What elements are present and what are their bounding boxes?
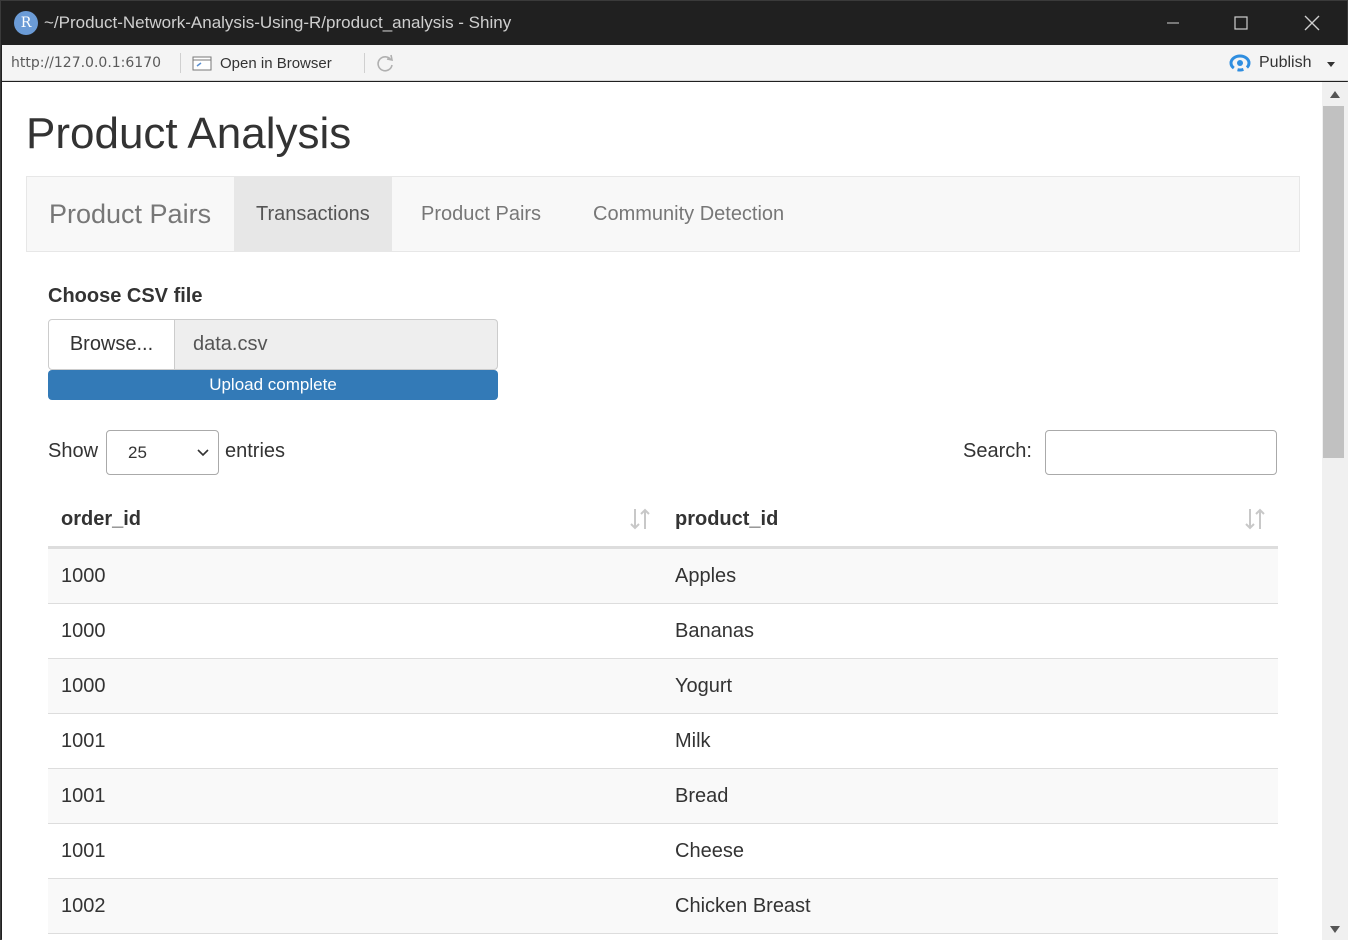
product-id-cell: Bread bbox=[675, 785, 729, 807]
scroll-down-arrow-icon[interactable] bbox=[1330, 926, 1340, 933]
scroll-up-arrow-icon[interactable] bbox=[1330, 91, 1340, 98]
order-id-cell: 1001 bbox=[61, 785, 106, 807]
column-header-order-id[interactable]: order_id bbox=[61, 492, 141, 547]
table-row: 1000 Yogurt bbox=[48, 659, 1278, 714]
tab-community-detection[interactable]: Community Detection bbox=[571, 177, 806, 251]
column-header-product-id[interactable]: product_id bbox=[675, 492, 778, 547]
sort-icon[interactable] bbox=[628, 506, 652, 532]
open-in-browser-button[interactable]: Open in Browser bbox=[190, 51, 332, 75]
minimize-button[interactable] bbox=[1150, 1, 1196, 45]
sort-icon[interactable] bbox=[1243, 506, 1267, 532]
app-content: Product Analysis Product Pairs Transacti… bbox=[2, 82, 1322, 940]
close-icon bbox=[1304, 15, 1320, 31]
publish-button[interactable]: Publish bbox=[1227, 52, 1311, 74]
browse-button[interactable]: Browse... bbox=[48, 319, 175, 370]
open-browser-icon bbox=[192, 56, 212, 71]
product-id-cell: Chicken Breast bbox=[675, 895, 811, 917]
file-input-group: Browse... data.csv bbox=[48, 319, 498, 370]
refresh-icon bbox=[377, 54, 394, 72]
order-id-cell: 1000 bbox=[61, 565, 106, 587]
url-text[interactable]: http://127.0.0.1:6170 bbox=[11, 55, 161, 71]
toolbar-divider bbox=[364, 53, 365, 73]
entries-select[interactable]: 25 bbox=[106, 430, 219, 475]
navbar: Product Pairs Transactions Product Pairs… bbox=[26, 176, 1300, 252]
publish-label: Publish bbox=[1259, 54, 1312, 71]
upload-progress-bar: Upload complete bbox=[48, 370, 498, 400]
table-row: 1000 Bananas bbox=[48, 604, 1278, 659]
app-window: R ~/Product-Network-Analysis-Using-R/pro… bbox=[0, 0, 1348, 940]
close-button[interactable] bbox=[1289, 1, 1335, 45]
window-title: ~/Product-Network-Analysis-Using-R/produ… bbox=[44, 13, 512, 32]
r-app-icon: R bbox=[14, 11, 38, 35]
entries-label: entries bbox=[225, 440, 286, 462]
order-id-cell: 1002 bbox=[61, 895, 106, 917]
tab-transactions[interactable]: Transactions bbox=[234, 177, 392, 251]
show-label: Show bbox=[48, 440, 99, 462]
navbar-brand[interactable]: Product Pairs bbox=[49, 199, 211, 230]
order-id-cell: 1001 bbox=[61, 730, 106, 752]
toolbar-divider bbox=[180, 53, 181, 73]
refresh-button[interactable] bbox=[374, 52, 396, 74]
table-row: 1001 Bread bbox=[48, 769, 1278, 824]
file-input-label: Choose CSV file bbox=[48, 285, 203, 307]
product-id-cell: Milk bbox=[675, 730, 711, 752]
table-row: 1000 Apples bbox=[48, 549, 1278, 604]
order-id-cell: 1000 bbox=[61, 620, 106, 642]
search-label: Search: bbox=[963, 440, 1032, 462]
order-id-cell: 1000 bbox=[61, 675, 106, 697]
table-row: 1001 Cheese bbox=[48, 824, 1278, 879]
scroll-thumb[interactable] bbox=[1323, 106, 1344, 458]
entries-select-value: 25 bbox=[128, 443, 147, 462]
title-bar: R ~/Product-Network-Analysis-Using-R/pro… bbox=[1, 1, 1347, 45]
publish-dropdown-icon[interactable] bbox=[1327, 62, 1335, 67]
page-title: Product Analysis bbox=[26, 109, 352, 158]
publish-icon bbox=[1229, 54, 1251, 72]
vertical-scrollbar[interactable] bbox=[1322, 82, 1348, 940]
table-row: 1001 Milk bbox=[48, 714, 1278, 769]
product-id-cell: Apples bbox=[675, 565, 737, 587]
viewer-toolbar: http://127.0.0.1:6170 Open in Browser Pu… bbox=[2, 45, 1348, 81]
maximize-button[interactable] bbox=[1218, 1, 1264, 45]
order-id-cell: 1001 bbox=[61, 840, 106, 862]
chevron-down-icon bbox=[197, 449, 209, 457]
product-id-cell: Yogurt bbox=[675, 675, 733, 697]
minimize-icon bbox=[1167, 22, 1179, 24]
product-id-cell: Cheese bbox=[675, 840, 744, 862]
data-table: order_id product_id 1000 Apples 1000 Ban… bbox=[48, 492, 1278, 934]
table-header: order_id product_id bbox=[48, 492, 1278, 549]
open-in-browser-label: Open in Browser bbox=[220, 54, 332, 72]
product-id-cell: Bananas bbox=[675, 620, 754, 642]
table-row: 1002 Chicken Breast bbox=[48, 879, 1278, 934]
search-input[interactable] bbox=[1045, 430, 1277, 475]
maximize-icon bbox=[1234, 16, 1248, 30]
tab-product-pairs[interactable]: Product Pairs bbox=[399, 177, 563, 251]
filename-field: data.csv bbox=[174, 319, 498, 370]
